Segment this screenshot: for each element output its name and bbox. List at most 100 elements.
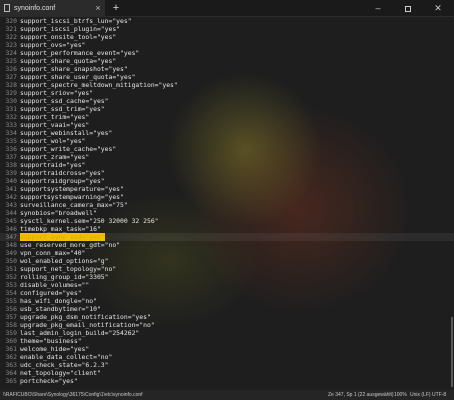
line-text: support_webinstall="yes": [20, 129, 113, 137]
code-line[interactable]: 346 timebkp_max_task="16": [0, 225, 454, 233]
line-number: 346: [5, 225, 17, 233]
maximize-button[interactable]: [396, 0, 420, 16]
code-line[interactable]: 332 support_trim="yes": [0, 113, 454, 121]
line-number: 343: [5, 201, 17, 209]
code-line[interactable]: 322 support_onsite_tool="yes": [0, 33, 454, 41]
minimize-button[interactable]: –: [366, 0, 390, 16]
code-line[interactable]: 358 upgrade_pkg_email_notification="no": [0, 321, 454, 329]
code-line[interactable]: 362 enable_data_collect="no": [0, 353, 454, 361]
line-number: 337: [5, 153, 17, 161]
code-line[interactable]: 355 has_wifi_dongle="no": [0, 297, 454, 305]
line-text: support_net_topology="no": [20, 265, 117, 273]
line-number: 325: [5, 57, 17, 65]
code-line[interactable]: 354 configured="yes": [0, 289, 454, 297]
line-text: supportraidgroup="yes": [20, 177, 105, 185]
maximize-icon: [405, 5, 411, 12]
code-line[interactable]: 359 last_admin_login_build="254262": [0, 329, 454, 337]
line-text: use_reserved_more_gdt="no": [20, 241, 121, 249]
line-text: support_wol="yes": [20, 137, 86, 145]
code-line[interactable]: 327 support_share_user_quota="yes": [0, 73, 454, 81]
code-line[interactable]: 363 udc_check_state="6.2.3": [0, 361, 454, 369]
code-line[interactable]: 349 vpn_conn_max="40": [0, 249, 454, 257]
code-line[interactable]: 345 sysctl_kernel.sem="250 32000 32 256": [0, 217, 454, 225]
code-line[interactable]: 341 supportsystemperature="yes": [0, 185, 454, 193]
code-line[interactable]: 365 portcheck="yes": [0, 377, 454, 385]
status-encoding[interactable]: UTF-8: [432, 390, 446, 400]
code-line[interactable]: 335 support_wol="yes": [0, 137, 454, 145]
code-line[interactable]: 325 support_share_quota="yes": [0, 57, 454, 65]
line-number: 358: [5, 321, 17, 329]
line-text: sysctl_kernel.sem="250 32000 32 256": [20, 217, 159, 225]
code-line[interactable]: 321 support_iscsi_plugin="yes": [0, 25, 454, 33]
code-line[interactable]: 353 disable_volumes="": [0, 281, 454, 289]
line-number: 348: [5, 241, 17, 249]
line-text: configured="yes": [20, 289, 82, 297]
line-text: supportraid="yes": [20, 161, 86, 169]
line-number: 328: [5, 81, 17, 89]
line-text: supportsystempwarning="yes": [20, 193, 124, 201]
close-button[interactable]: ✕: [426, 0, 450, 16]
line-text: usb_standbytimer="10": [20, 305, 101, 313]
line-number: 354: [5, 289, 17, 297]
code-line[interactable]: 323 support_ovs="yes": [0, 41, 454, 49]
code-line[interactable]: 337 support_zram="yes": [0, 153, 454, 161]
code-line[interactable]: 361 welcome_hide="yes": [0, 345, 454, 353]
line-number: 322: [5, 33, 17, 41]
code-line[interactable]: 328 support_spectre_meltdown_mitigation="…: [0, 81, 454, 89]
file-icon: [4, 4, 10, 12]
line-number: 356: [5, 305, 17, 313]
code-line[interactable]: 348 use_reserved_more_gdt="no": [0, 241, 454, 249]
line-text: support_sriov="yes": [20, 89, 94, 97]
code-line[interactable]: 324 support_performance_event="yes": [0, 49, 454, 57]
code-line[interactable]: 329 support_sriov="yes": [0, 89, 454, 97]
line-text: support_trim="yes": [20, 113, 90, 121]
code-line[interactable]: 344 synobios="broadwell": [0, 209, 454, 217]
line-number: 334: [5, 129, 17, 137]
line-text: timebkp_max_task="16": [20, 225, 101, 233]
line-text: udc_check_state="6.2.3": [20, 361, 109, 369]
status-cursor-position[interactable]: Ze 347, Sp 1 (22 ausgewählt): [328, 390, 394, 400]
code-line[interactable]: 336 support_write_cache="yes": [0, 145, 454, 153]
line-text: synobios="broadwell": [20, 209, 97, 217]
code-line[interactable]: 342 supportsystempwarning="yes": [0, 193, 454, 201]
line-number: 352: [5, 273, 17, 281]
vertical-scrollbar[interactable]: [450, 17, 454, 390]
line-number: 338: [5, 161, 17, 169]
line-text: support_vaai="yes": [20, 121, 90, 129]
code-line[interactable]: 352 rolling_group_id="3305": [0, 273, 454, 281]
code-line[interactable]: 320 support_iscsi_btrfs_lun="yes": [0, 17, 454, 25]
code-line[interactable]: 333 support_vaai="yes": [0, 121, 454, 129]
code-line[interactable]: 351 support_net_topology="no": [0, 265, 454, 273]
tab-synoinfo-conf[interactable]: synoinfo.conf ×: [0, 0, 105, 16]
code-line[interactable]: 338 supportraid="yes": [0, 161, 454, 169]
code-line[interactable]: 357 upgrade_pkg_dsm_notification="yes": [0, 313, 454, 321]
code-line[interactable]: 360 theme="business": [0, 337, 454, 345]
code-line[interactable]: 334 support_webinstall="yes": [0, 129, 454, 137]
line-text: supportraidcross="yes": [20, 169, 105, 177]
line-number: 320: [5, 17, 17, 25]
code-line[interactable]: 331 support_ssd_trim="yes": [0, 105, 454, 113]
line-text: net_topology="client": [20, 369, 101, 377]
code-line[interactable]: 356 usb_standbytimer="10": [0, 305, 454, 313]
code-line[interactable]: 364 net_topology="client": [0, 369, 454, 377]
code-line[interactable]: 330 support_ssd_cache="yes": [0, 97, 454, 105]
title-bar: synoinfo.conf × + – ✕: [0, 0, 454, 17]
text-editor[interactable]: 320 support_iscsi_btrfs_lun="yes" 321 suppo…: [0, 17, 454, 390]
scrollbar-thumb[interactable]: [451, 317, 453, 387]
code-line[interactable]: 350 wol_enabled_options="g": [0, 257, 454, 265]
new-tab-button[interactable]: +: [109, 0, 123, 16]
tab-close-icon[interactable]: ×: [91, 0, 105, 16]
status-zoom[interactable]: 100%: [394, 390, 407, 400]
status-bar: \\RAFICUBO\Share\Synology\36175\Config\1…: [0, 390, 454, 400]
code-line[interactable]: 340 supportraidgroup="yes": [0, 177, 454, 185]
line-text: support_sync_ssd="yes": [20, 233, 105, 241]
code-line[interactable]: 339 supportraidcross="yes": [0, 169, 454, 177]
line-number: 361: [5, 345, 17, 353]
line-number: 347: [5, 233, 17, 241]
status-line-ending[interactable]: Unix (LF): [410, 390, 431, 400]
code-line[interactable]: 326 support_share_snapshot="yes": [0, 65, 454, 73]
code-line[interactable]: 343 surveillance_camera_max="75": [0, 201, 454, 209]
line-text: vpn_conn_max="40": [20, 249, 86, 257]
code-line[interactable]: 347 support_sync_ssd="yes": [0, 233, 454, 241]
line-number: 326: [5, 65, 17, 73]
